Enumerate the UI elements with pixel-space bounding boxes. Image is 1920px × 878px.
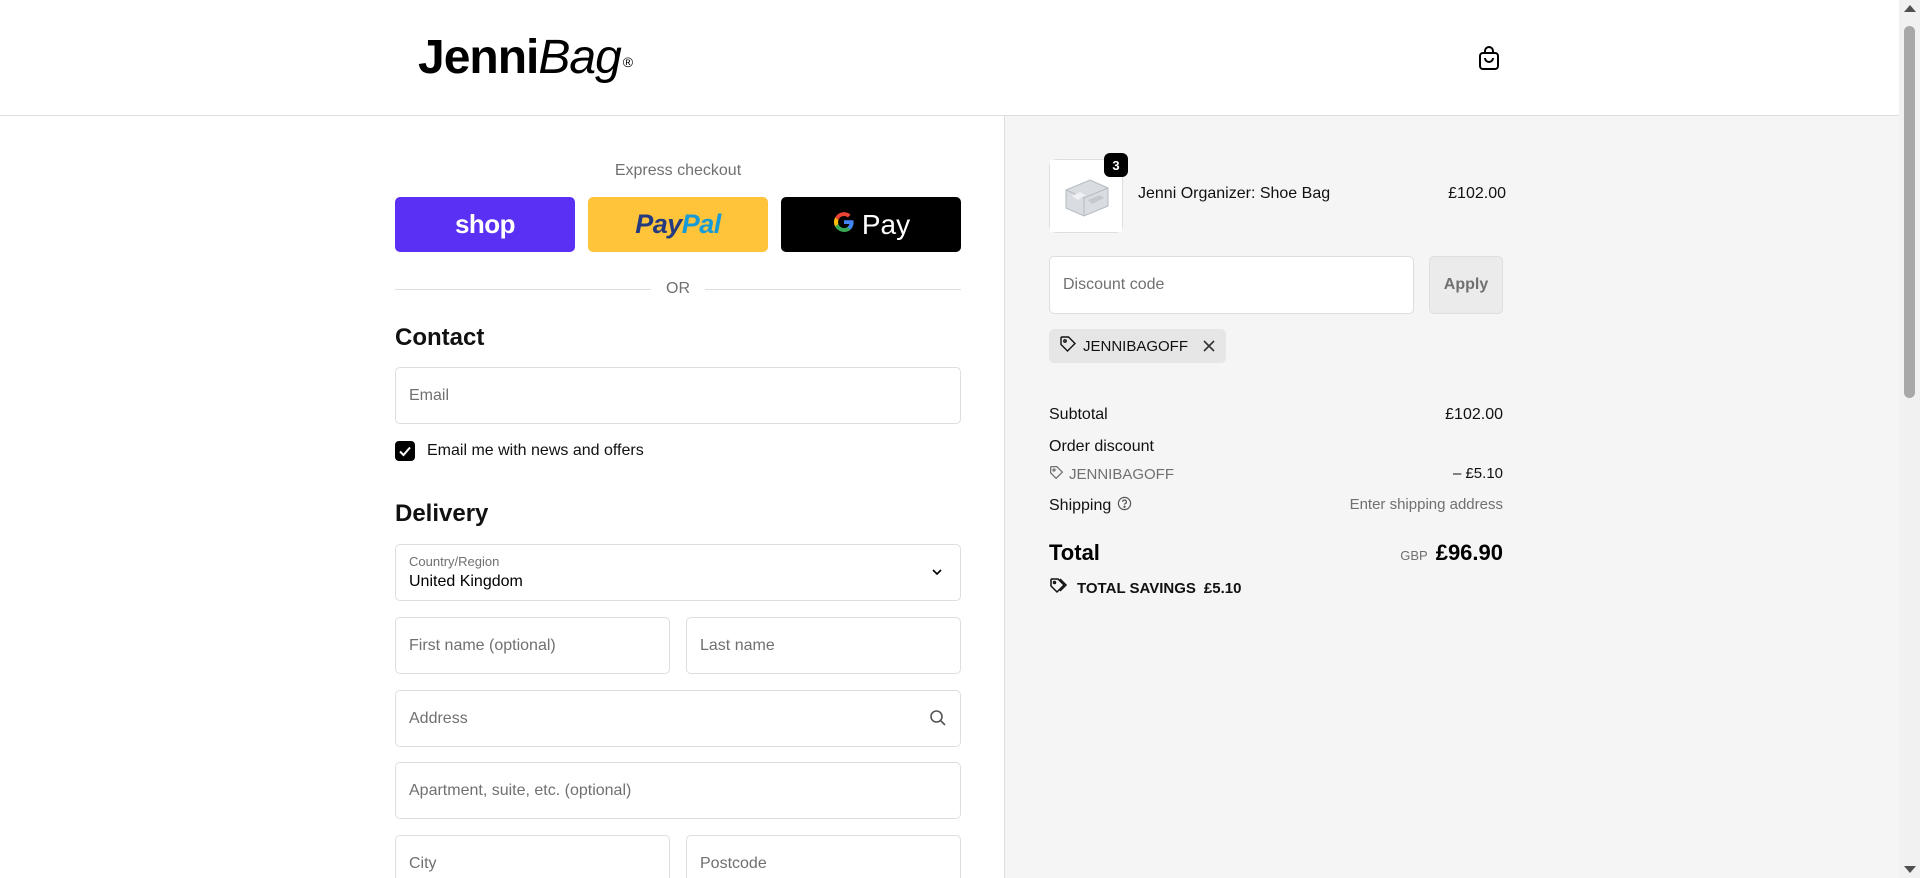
subtotal-row: Subtotal £102.00	[1049, 406, 1503, 424]
paypal-button[interactable]: PayPal	[588, 197, 768, 252]
header: JenniBag ®	[0, 0, 1899, 116]
discount-value: – £5.10	[1452, 465, 1503, 482]
tags-icon	[1049, 577, 1069, 599]
or-divider: OR	[395, 278, 961, 302]
applied-code-text: JENNIBAGOFF	[1083, 337, 1189, 355]
apartment-field[interactable]	[395, 762, 961, 819]
help-icon[interactable]	[1117, 496, 1132, 516]
country-select[interactable]: Country/Region United Kingdom	[395, 544, 961, 601]
newsletter-label: Email me with news and offers	[427, 442, 644, 459]
address-input[interactable]	[396, 691, 960, 746]
express-checkout-label: Express checkout	[614, 162, 742, 179]
shopping-bag-icon[interactable]	[1477, 45, 1501, 71]
scroll-thumb[interactable]	[1904, 26, 1915, 398]
paypal-logo: PayPal	[635, 209, 721, 239]
address-field[interactable]	[395, 690, 961, 747]
contact-heading: Contact	[395, 324, 485, 351]
applied-discount-chip: JENNIBAGOFF	[1049, 329, 1227, 363]
discount-code-field[interactable]	[1049, 256, 1414, 314]
city-field[interactable]	[395, 835, 670, 878]
delivery-heading: Delivery	[395, 500, 489, 527]
email-input[interactable]	[396, 368, 960, 423]
product-price: £102.00	[1448, 185, 1506, 202]
discount-code-input[interactable]	[1050, 257, 1413, 313]
checkout-form: Express checkout shop PayPal Pay OR Cont…	[0, 116, 1004, 878]
apply-button[interactable]: Apply	[1429, 256, 1503, 314]
page-scrollbar[interactable]	[1899, 0, 1920, 878]
postcode-field[interactable]	[686, 835, 961, 878]
scroll-down-arrow-icon[interactable]	[1904, 866, 1916, 873]
scroll-up-arrow-icon[interactable]	[1904, 5, 1916, 12]
google-pay-button[interactable]: Pay	[781, 197, 961, 252]
checkmark-icon	[399, 446, 411, 457]
total-value: £96.90	[1435, 540, 1503, 565]
country-label: Country/Region	[409, 554, 500, 569]
newsletter-checkbox[interactable]	[395, 441, 415, 461]
currency-code: GBP	[1400, 548, 1428, 563]
remove-discount-icon[interactable]	[1202, 339, 1216, 353]
subtotal-value: £102.00	[1445, 406, 1503, 423]
shipping-value: Enter shipping address	[1349, 496, 1503, 513]
savings-value: £5.10	[1203, 579, 1242, 597]
postcode-input[interactable]	[687, 836, 960, 878]
newsletter-option[interactable]: Email me with news and offers	[395, 441, 644, 461]
shop-pay-button[interactable]: shop	[395, 197, 575, 252]
shipping-row: Shipping Enter shipping address	[1049, 496, 1503, 516]
order-summary: 3 Jenni Organizer: Shoe Bag £102.00 Appl…	[1004, 116, 1899, 878]
discount-detail-row: JENNIBAGOFF – £5.10	[1049, 465, 1503, 484]
tag-icon	[1049, 465, 1064, 484]
total-savings: TOTAL SAVINGS £5.10	[1049, 577, 1241, 599]
apartment-input[interactable]	[396, 763, 960, 818]
search-icon	[929, 709, 947, 732]
order-discount-label: Order discount	[1049, 438, 1154, 455]
quantity-badge: 3	[1104, 153, 1128, 177]
last-name-field[interactable]	[686, 617, 961, 674]
order-discount-row: Order discount	[1049, 438, 1503, 456]
total-label: Total	[1049, 540, 1100, 565]
total-row: Total GBP £96.90	[1049, 540, 1503, 566]
brand-logo[interactable]: JenniBag ®	[418, 30, 633, 86]
subtotal-label: Subtotal	[1049, 406, 1108, 423]
email-field[interactable]	[395, 367, 961, 424]
country-value: United Kingdom	[409, 573, 523, 590]
tag-icon	[1059, 335, 1077, 357]
google-g-icon	[832, 210, 856, 239]
first-name-field[interactable]	[395, 617, 670, 674]
discount-code-label: JENNIBAGOFF	[1069, 466, 1175, 483]
city-input[interactable]	[396, 836, 669, 878]
chevron-down-icon	[930, 565, 944, 584]
savings-label: TOTAL SAVINGS	[1077, 579, 1196, 597]
last-name-input[interactable]	[687, 618, 960, 673]
shipping-label: Shipping	[1049, 497, 1112, 514]
first-name-input[interactable]	[396, 618, 669, 673]
product-name: Jenni Organizer: Shoe Bag	[1138, 185, 1331, 202]
